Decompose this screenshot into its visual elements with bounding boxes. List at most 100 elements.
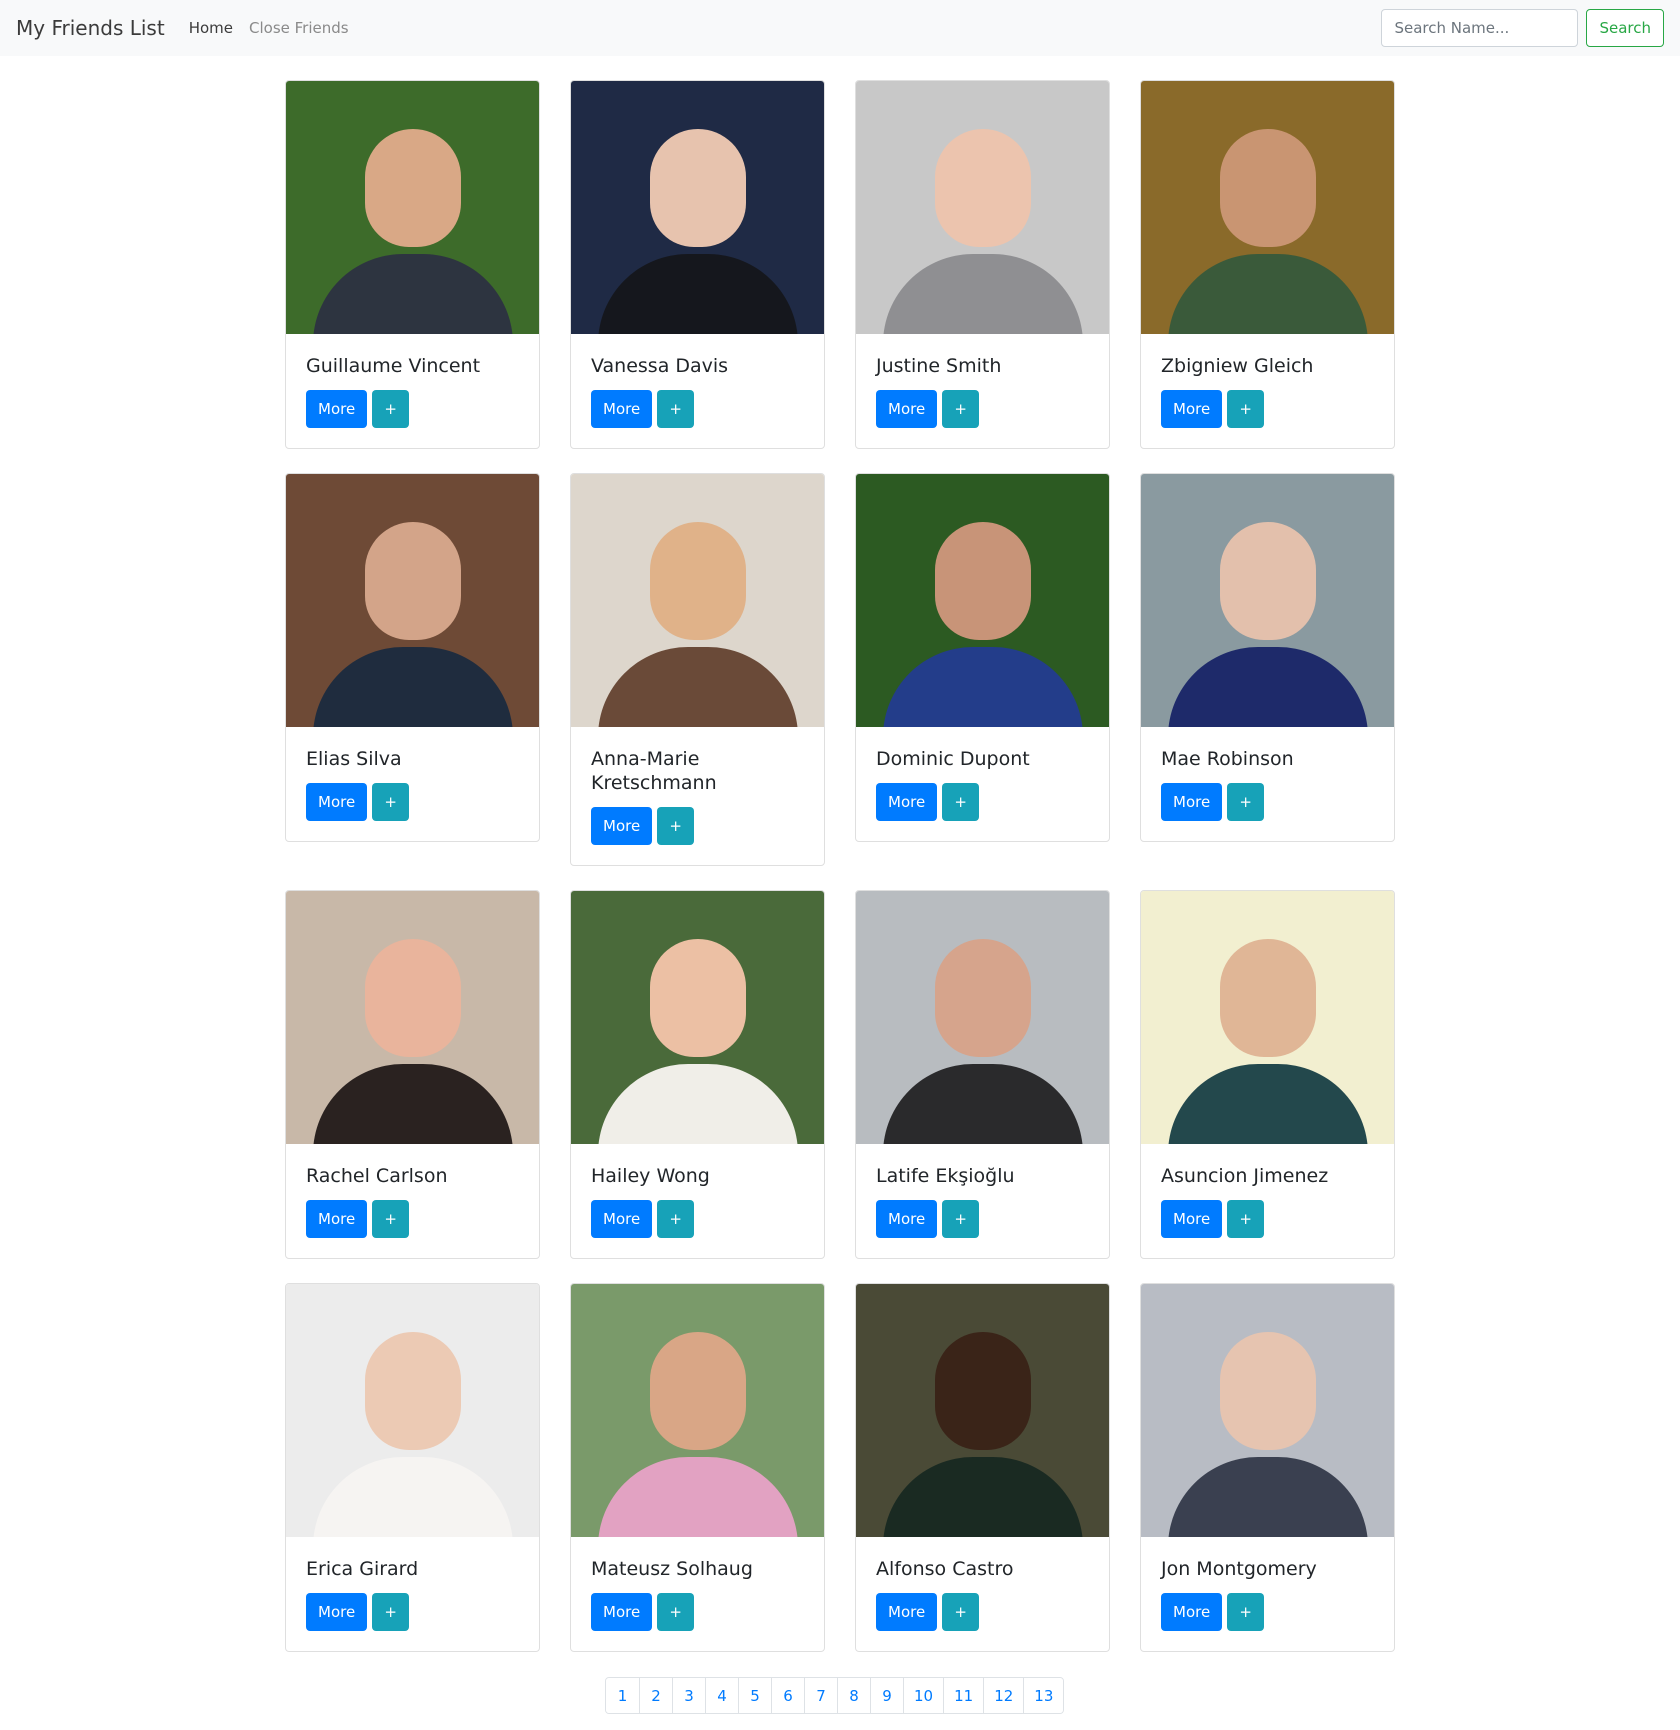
friend-photo xyxy=(571,81,824,334)
more-button[interactable]: More xyxy=(591,1593,653,1631)
page-link[interactable]: 11 xyxy=(943,1678,984,1713)
more-button[interactable]: More xyxy=(876,1593,938,1631)
more-button[interactable]: More xyxy=(1161,1593,1223,1631)
photo-face xyxy=(364,129,461,247)
photo-shoulders xyxy=(1167,254,1368,334)
page-link[interactable]: 4 xyxy=(705,1678,738,1713)
add-friend-button[interactable]: + xyxy=(657,1200,695,1238)
more-button[interactable]: More xyxy=(876,1200,938,1238)
page-link[interactable]: 10 xyxy=(903,1678,944,1713)
navbar: My Friends List Home Close Friends Searc… xyxy=(0,0,1680,56)
add-friend-button[interactable]: + xyxy=(942,1593,980,1631)
page-link[interactable]: 1 xyxy=(606,1678,639,1713)
add-friend-button[interactable]: + xyxy=(942,390,980,428)
more-button[interactable]: More xyxy=(306,1593,368,1631)
page-link[interactable]: 7 xyxy=(804,1678,837,1713)
add-friend-button[interactable]: + xyxy=(1227,1593,1265,1631)
card-actions: More + xyxy=(1161,390,1374,428)
photo-face xyxy=(1219,522,1316,640)
add-friend-button[interactable]: + xyxy=(372,1593,410,1631)
card-body: Erica Girard More + xyxy=(286,1537,539,1651)
add-friend-button[interactable]: + xyxy=(942,783,980,821)
friend-name: Zbigniew Gleich xyxy=(1161,355,1314,377)
more-button[interactable]: More xyxy=(306,1200,368,1238)
more-button[interactable]: More xyxy=(591,807,653,845)
card-body: Mae Robinson More + xyxy=(1141,727,1394,841)
page-link[interactable]: 13 xyxy=(1023,1678,1064,1713)
photo-face xyxy=(1219,1332,1316,1450)
friend-name: Guillaume Vincent xyxy=(306,355,481,377)
more-button[interactable]: More xyxy=(306,783,368,821)
add-friend-button[interactable]: + xyxy=(372,1200,410,1238)
friend-photo xyxy=(856,474,1109,727)
add-friend-button[interactable]: + xyxy=(657,807,695,845)
photo-face xyxy=(364,522,461,640)
more-button[interactable]: More xyxy=(1161,783,1223,821)
card-body: Rachel Carlson More + xyxy=(286,1144,539,1258)
add-friend-button[interactable]: + xyxy=(1227,1200,1265,1238)
brand-title[interactable]: My Friends List xyxy=(16,16,165,40)
page-link[interactable]: 5 xyxy=(738,1678,771,1713)
add-friend-button[interactable]: + xyxy=(942,1200,980,1238)
add-friend-button[interactable]: + xyxy=(1227,390,1265,428)
friend-name: Jon Montgomery xyxy=(1161,1558,1317,1580)
more-button[interactable]: More xyxy=(591,390,653,428)
friend-photo xyxy=(856,81,1109,334)
photo-shoulders xyxy=(597,1064,798,1144)
photo-shoulders xyxy=(1167,647,1368,727)
card-actions: More + xyxy=(306,783,519,821)
friend-card: Vanessa Davis More + xyxy=(570,80,825,449)
more-button[interactable]: More xyxy=(306,390,368,428)
friend-name: Asuncion Jimenez xyxy=(1161,1165,1329,1187)
friend-card: Erica Girard More + xyxy=(285,1283,540,1652)
more-button[interactable]: More xyxy=(876,390,938,428)
friend-photo xyxy=(856,1284,1109,1537)
add-friend-button[interactable]: + xyxy=(372,390,410,428)
card-body: Mateusz Solhaug More + xyxy=(571,1537,824,1651)
page-link[interactable]: 3 xyxy=(672,1678,705,1713)
photo-face xyxy=(649,522,746,640)
friend-card: Anna-Marie Kretschmann More + xyxy=(570,473,825,866)
card-actions: More + xyxy=(876,390,1089,428)
photo-face xyxy=(1219,129,1316,247)
photo-shoulders xyxy=(312,647,513,727)
search-input[interactable] xyxy=(1381,9,1579,47)
page-link[interactable]: 6 xyxy=(771,1678,804,1713)
friend-name: Latife Ekşioğlu xyxy=(876,1165,1015,1187)
friend-name: Alfonso Castro xyxy=(876,1558,1014,1580)
card-body: Jon Montgomery More + xyxy=(1141,1537,1394,1651)
add-friend-button[interactable]: + xyxy=(657,390,695,428)
more-button[interactable]: More xyxy=(1161,390,1223,428)
nav-link-home[interactable]: Home xyxy=(189,19,233,37)
friend-name: Elias Silva xyxy=(306,748,402,770)
photo-shoulders xyxy=(312,254,513,334)
more-button[interactable]: More xyxy=(1161,1200,1223,1238)
photo-shoulders xyxy=(312,1457,513,1537)
photo-shoulders xyxy=(882,254,1083,334)
photo-shoulders xyxy=(882,1064,1083,1144)
add-friend-button[interactable]: + xyxy=(372,783,410,821)
photo-shoulders xyxy=(882,1457,1083,1537)
friend-photo xyxy=(571,474,824,727)
page-link[interactable]: 2 xyxy=(639,1678,672,1713)
card-body: Hailey Wong More + xyxy=(571,1144,824,1258)
more-button[interactable]: More xyxy=(591,1200,653,1238)
add-friend-button[interactable]: + xyxy=(1227,783,1265,821)
page-link[interactable]: 9 xyxy=(870,1678,903,1713)
card-body: Vanessa Davis More + xyxy=(571,334,824,448)
nav-link-close-friends[interactable]: Close Friends xyxy=(249,19,349,37)
friend-photo xyxy=(1141,81,1394,334)
friend-card: Alfonso Castro More + xyxy=(855,1283,1110,1652)
page-link[interactable]: 8 xyxy=(837,1678,870,1713)
card-body: Dominic Dupont More + xyxy=(856,727,1109,841)
search-button[interactable]: Search xyxy=(1586,9,1664,47)
pagination: 1 2 3 4 5 6 7 8 9 10 11 12 13 xyxy=(605,1677,1065,1714)
friend-name: Dominic Dupont xyxy=(876,748,1030,770)
photo-shoulders xyxy=(312,1064,513,1144)
page-link[interactable]: 12 xyxy=(983,1678,1024,1713)
more-button[interactable]: More xyxy=(876,783,938,821)
photo-shoulders xyxy=(1167,1064,1368,1144)
add-friend-button[interactable]: + xyxy=(657,1593,695,1631)
photo-face xyxy=(364,1332,461,1450)
photo-face xyxy=(934,522,1031,640)
